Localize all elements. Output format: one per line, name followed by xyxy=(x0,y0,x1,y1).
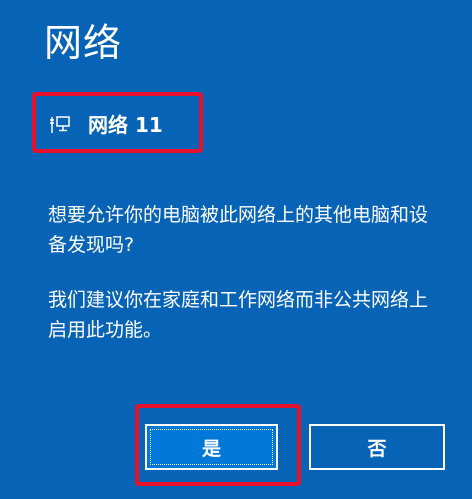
discovery-recommendation: 我们建议你在家庭和工作网络而非公共网络上启用此功能。 xyxy=(48,289,429,341)
yes-button-highlight-box xyxy=(135,404,301,486)
discovery-question: 想要允许你的电脑被此网络上的其他电脑和设备发现吗? xyxy=(48,204,429,256)
network-highlight-box xyxy=(32,92,203,153)
network-discovery-panel: 网络 网络 11 想要允许你的电脑被此网络上的其他电脑和设备发现吗? 我们建议你… xyxy=(0,0,472,499)
page-title: 网络 xyxy=(44,21,123,65)
no-button[interactable]: 否 xyxy=(309,424,445,470)
